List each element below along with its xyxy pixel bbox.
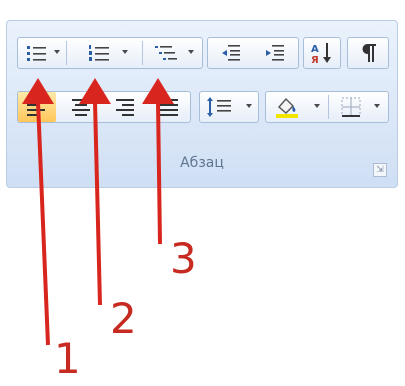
- annotation-label-2: 2: [110, 294, 137, 343]
- annotation-label-1: 1: [54, 334, 81, 383]
- arrow-2-shaft: [93, 101, 102, 306]
- arrow-3-shaft: [156, 101, 162, 245]
- annotation-arrows: [22, 78, 174, 346]
- arrow-1-shaft: [36, 101, 50, 346]
- annotation-label-3: 3: [170, 234, 197, 283]
- arrow-2-head: [79, 78, 111, 104]
- arrow-1-head: [22, 78, 54, 104]
- arrow-3-head: [142, 78, 174, 104]
